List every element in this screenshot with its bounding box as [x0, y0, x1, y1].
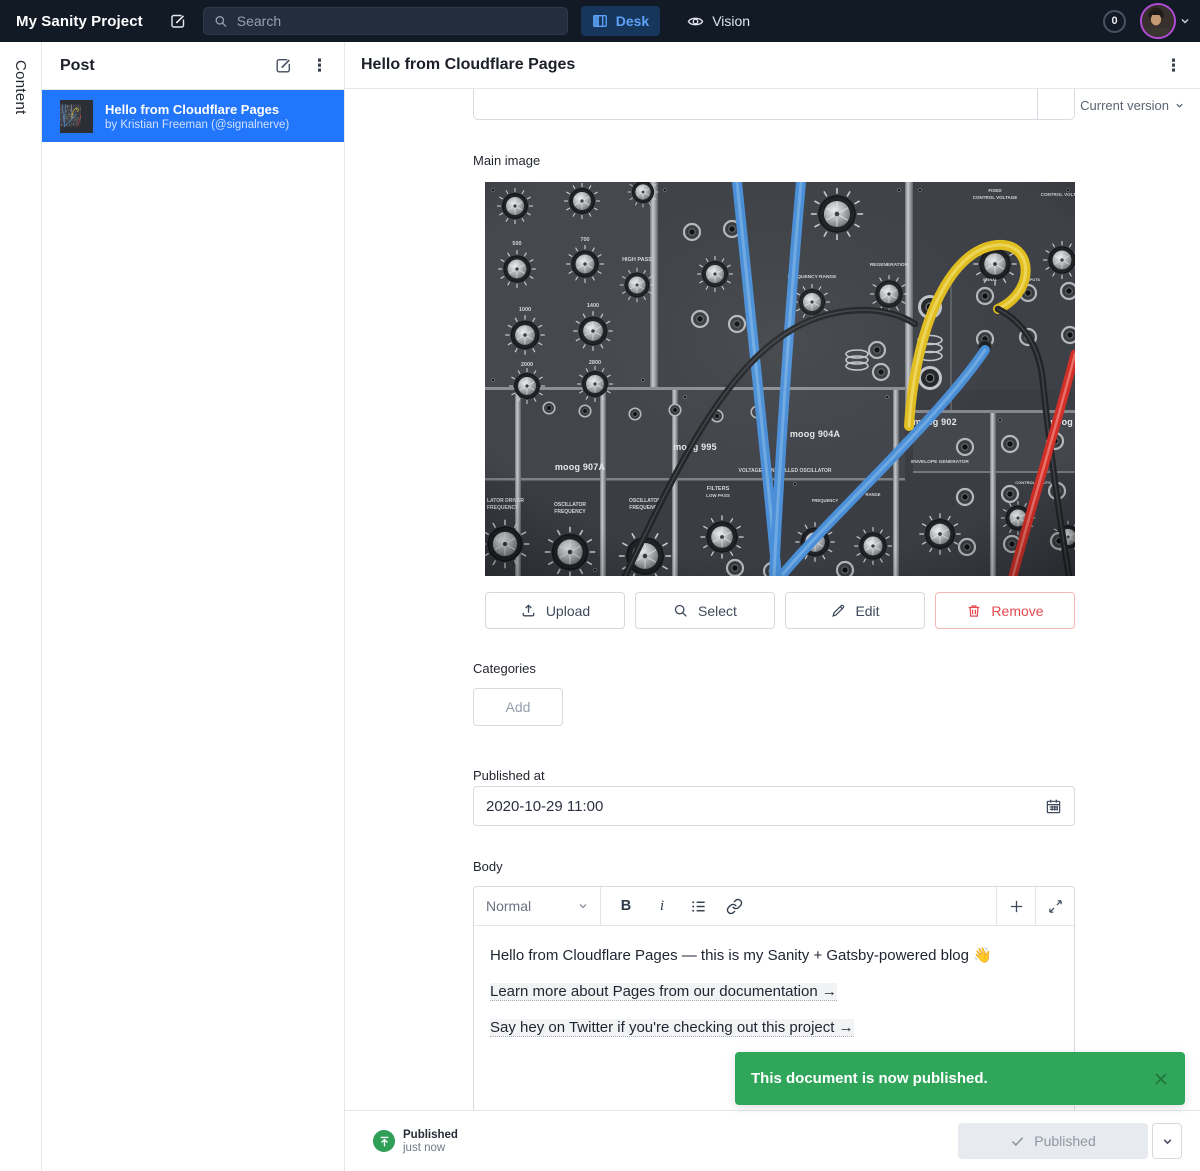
document-editor: Hello from Cloudflare Pages ⋮ Current ve…: [345, 42, 1200, 1171]
post-list-panel: Post ⋮ Hello from Cloudflare Pages by Kr…: [42, 42, 345, 1171]
select-button-label: Select: [698, 603, 737, 619]
chevron-down-icon[interactable]: [1180, 16, 1190, 26]
slug-generate-button[interactable]: [1037, 89, 1074, 119]
version-label: Current version: [1080, 98, 1169, 113]
version-selector[interactable]: Current version: [1080, 98, 1184, 113]
notification-badge[interactable]: 0: [1103, 10, 1126, 33]
publish-toast: This document is now published.: [735, 1052, 1185, 1105]
document-menu-icon[interactable]: ⋮: [1161, 55, 1186, 76]
publish-button-label: Published: [1034, 1133, 1096, 1149]
plus-icon: [1009, 899, 1024, 914]
select-button[interactable]: Select: [635, 592, 775, 629]
body-content[interactable]: Hello from Cloudflare Pages — this is my…: [474, 926, 1074, 1072]
remove-button-label: Remove: [991, 603, 1043, 619]
main-image-label: Main image: [473, 153, 540, 168]
new-document-icon[interactable]: [274, 56, 293, 75]
published-status-icon: [373, 1130, 395, 1152]
toast-message: This document is now published.: [751, 1070, 988, 1087]
categories-label: Categories: [473, 661, 536, 676]
check-icon: [1010, 1134, 1025, 1149]
search-icon: [673, 603, 689, 619]
editor-header: Hello from Cloudflare Pages ⋮: [345, 42, 1200, 89]
post-panel-header: Post ⋮: [42, 42, 344, 90]
main-image-preview[interactable]: [485, 182, 1075, 576]
text-style-select[interactable]: Normal: [474, 887, 601, 925]
upload-button[interactable]: Upload: [485, 592, 625, 629]
published-at-field[interactable]: [473, 786, 1075, 826]
document-footer: Published just now Published: [345, 1110, 1200, 1171]
document-title: Hello from Cloudflare Pages: [361, 56, 575, 74]
body-link[interactable]: Say hey on Twitter if you're checking ou…: [490, 1019, 854, 1037]
image-button-row: Upload Select Edit: [485, 592, 1075, 629]
list-item-title: Hello from Cloudflare Pages: [105, 101, 289, 118]
compose-icon[interactable]: [165, 8, 191, 34]
published-at-label: Published at: [473, 768, 545, 783]
published-at-input[interactable]: [486, 798, 1045, 815]
chevron-down-icon: [1175, 101, 1184, 110]
upload-button-label: Upload: [546, 603, 590, 619]
tab-vision[interactable]: Vision: [676, 6, 761, 36]
add-button-label: Add: [506, 699, 531, 715]
panel-menu-icon[interactable]: ⋮: [307, 55, 332, 76]
status-time: just now: [403, 1142, 458, 1155]
search-bar[interactable]: [203, 7, 568, 35]
desk-icon: [592, 13, 608, 29]
remove-button[interactable]: Remove: [935, 592, 1075, 629]
add-category-button[interactable]: Add: [473, 688, 563, 726]
italic-button[interactable]: i: [646, 891, 678, 921]
project-title: My Sanity Project: [16, 13, 143, 30]
top-navbar: My Sanity Project Desk Vision 0: [0, 0, 1200, 42]
upload-icon: [520, 602, 537, 619]
pencil-icon: [830, 603, 846, 619]
body-link[interactable]: Learn more about Pages from our document…: [490, 983, 837, 1001]
search-input[interactable]: [237, 13, 557, 29]
body-toolbar: Normal B i: [474, 887, 1074, 926]
list-item[interactable]: Hello from Cloudflare Pages by Kristian …: [42, 90, 344, 142]
chevron-down-icon: [578, 901, 588, 911]
bold-button[interactable]: B: [610, 891, 642, 921]
bullet-list-icon[interactable]: [682, 891, 714, 921]
publish-button[interactable]: Published: [958, 1123, 1148, 1159]
text-style-value: Normal: [486, 898, 531, 914]
list-item-thumbnail: [60, 100, 93, 133]
expand-icon: [1048, 899, 1063, 914]
chevron-down-icon: [1162, 1136, 1173, 1147]
trash-icon: [966, 603, 982, 619]
slug-field-partial[interactable]: [473, 89, 1075, 120]
insert-block-button[interactable]: [996, 887, 1035, 925]
avatar[interactable]: [1140, 3, 1176, 39]
tab-desk[interactable]: Desk: [581, 6, 660, 36]
publish-menu-button[interactable]: [1152, 1123, 1182, 1159]
edit-button-label: Edit: [855, 603, 879, 619]
edit-button[interactable]: Edit: [785, 592, 925, 629]
list-item-subtitle: by Kristian Freeman (@signalnerve): [105, 118, 289, 132]
content-rail: Content: [0, 42, 42, 1171]
body-paragraph: Hello from Cloudflare Pages — this is my…: [490, 945, 1058, 966]
search-icon: [214, 14, 228, 29]
calendar-icon[interactable]: [1045, 798, 1062, 815]
editor-scroll-area: Current version Main image Upload: [345, 89, 1200, 1110]
body-label: Body: [473, 859, 503, 874]
tab-vision-label: Vision: [712, 13, 750, 29]
eye-icon: [687, 13, 704, 30]
status-label: Published: [403, 1128, 458, 1142]
tab-desk-label: Desk: [616, 13, 649, 29]
expand-editor-button[interactable]: [1035, 887, 1074, 925]
link-icon[interactable]: [718, 891, 750, 921]
panel-title: Post: [60, 57, 95, 75]
content-rail-label[interactable]: Content: [12, 60, 29, 115]
close-icon[interactable]: [1153, 1071, 1169, 1087]
